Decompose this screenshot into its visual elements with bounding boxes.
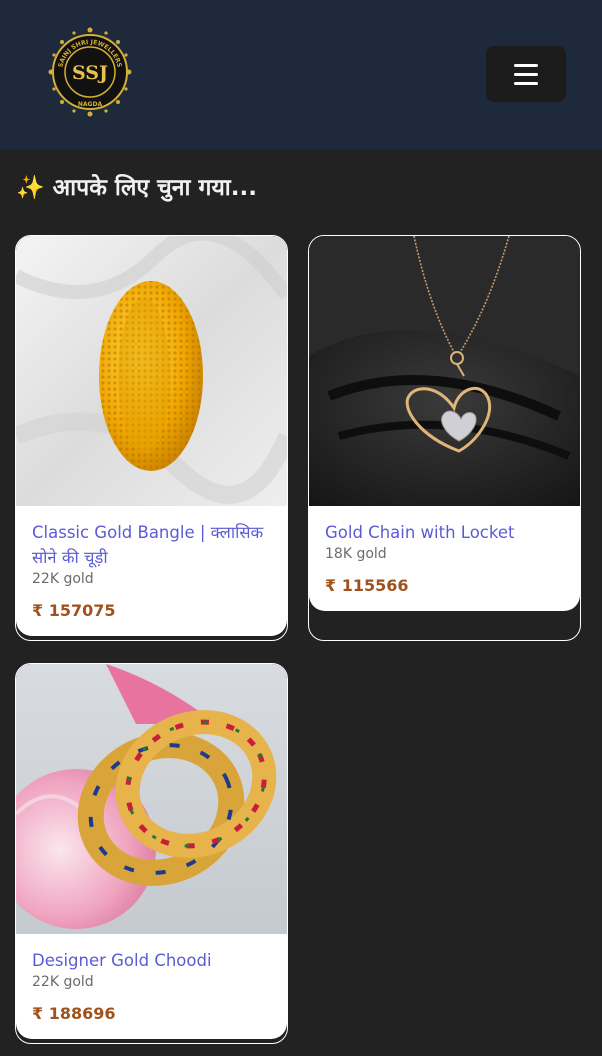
hamburger-icon — [514, 63, 538, 67]
product-purity: 22K gold — [32, 974, 94, 990]
product-card[interactable]: Gold Chain with Locket 18K gold ₹ 115566 — [308, 235, 581, 641]
site-header: SAINJ SHRI JEWELLERS SSJ NAGDA — [0, 0, 602, 149]
gold-bangle-image — [16, 236, 287, 506]
product-price: ₹ 188696 — [32, 1004, 116, 1023]
ssj-logo[interactable]: SAINJ SHRI JEWELLERS SSJ NAGDA — [48, 27, 132, 117]
meenakari-bangles-image — [16, 664, 287, 934]
product-purity: 18K gold — [325, 546, 387, 562]
product-price: ₹ 115566 — [325, 576, 409, 595]
heart-locket-image — [309, 236, 580, 506]
hamburger-icon-bar — [514, 72, 538, 76]
product-card[interactable]: Classic Gold Bangle | क्लासिक सोने की चू… — [15, 235, 288, 641]
menu-toggle-button[interactable] — [486, 46, 566, 102]
product-card[interactable]: Designer Gold Choodi 22K gold ₹ 188696 — [15, 663, 288, 1044]
product-name[interactable]: Designer Gold Choodi — [32, 948, 271, 973]
product-name[interactable]: Classic Gold Bangle | क्लासिक सोने की चू… — [32, 520, 271, 570]
product-price: ₹ 157075 — [32, 601, 116, 620]
hamburger-icon-bar — [514, 81, 538, 85]
product-purity: 22K gold — [32, 571, 94, 587]
product-name[interactable]: Gold Chain with Locket — [325, 520, 564, 545]
logo-place: NAGDA — [78, 101, 103, 108]
logo-monogram: SSJ — [72, 62, 108, 84]
section-title: ✨ आपके लिए चुना गया... — [16, 175, 257, 201]
